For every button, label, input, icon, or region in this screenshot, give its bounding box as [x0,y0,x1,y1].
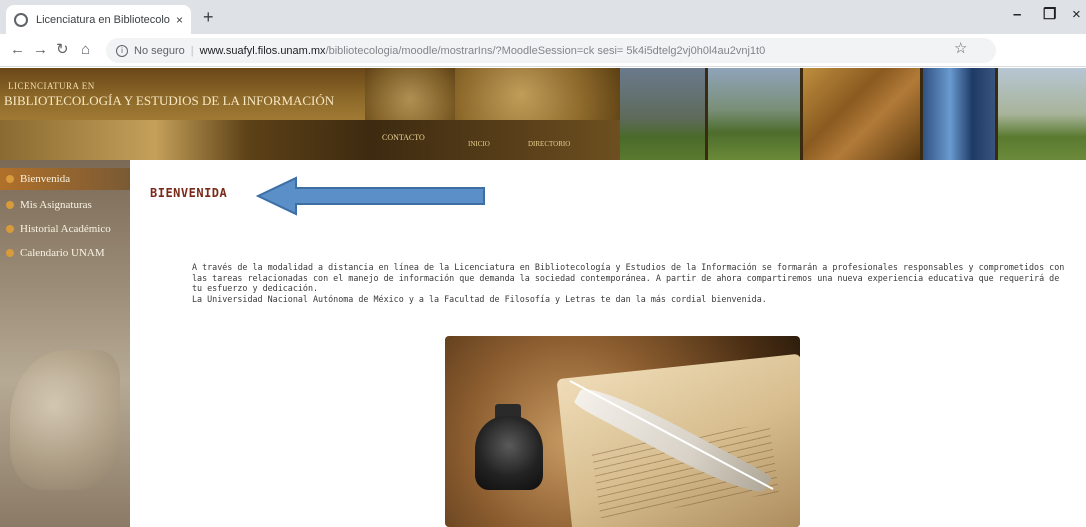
window-minimize-button[interactable]: – [1013,5,1021,25]
banner-parchment-image [365,68,455,120]
photo-divider [920,68,923,160]
sidebar-item-mis-asignaturas[interactable]: Mis Asignaturas [0,194,130,216]
new-tab-button[interactable]: + [203,8,214,26]
sidebar-item-label: Calendario UNAM [20,247,105,259]
banner-kicker: LICENCIATURA EN [8,81,95,91]
sidebar-item-label: Bienvenida [20,173,71,185]
separator: | [190,44,194,57]
window-maximize-button[interactable]: ❐ [1043,5,1056,25]
photo-divider [995,68,998,160]
contact-link[interactable]: CONTACTO [382,133,425,142]
reload-icon[interactable]: ↻ [56,40,69,60]
star-icon[interactable]: ☆ [954,39,967,57]
tab-title: Licenciatura en Bibliotecología y [36,13,170,26]
campus-photo [705,68,800,160]
sidebar-item-historial-academico[interactable]: Historial Académico [0,218,130,240]
site-banner: LICENCIATURA EN BIBLIOTECOLOGÍA Y ESTUDI… [0,68,1086,160]
sidebar-item-bienvenida[interactable]: Bienvenida [0,168,130,190]
url-host: www.suafyl.filos.unam.mx [199,44,326,57]
sidebar-item-label: Historial Académico [20,223,111,235]
browser-toolbar: ← → ↻ ⌂ i No seguro | www.suafyl.filos.u… [0,34,1086,67]
bullet-icon [6,201,14,209]
banner-link-inicio[interactable]: INICIO [468,140,490,148]
bullet-icon [6,249,14,257]
campus-photo [620,68,705,160]
campus-photo [800,68,920,160]
sidebar-item-calendario-unam[interactable]: Calendario UNAM [0,242,130,264]
campus-photo [995,68,1086,160]
forward-arrow-icon[interactable]: → [33,40,48,60]
bullet-icon [6,225,14,233]
campus-photo [920,68,995,160]
inkwell [475,416,543,490]
photo-divider [705,68,708,160]
tab-close-icon[interactable]: × [176,13,183,27]
tab-bar: Licenciatura en Bibliotecología y × + – … [0,0,1086,34]
page-title: BIENVENIDA [150,186,228,200]
address-bar[interactable]: i No seguro | www.suafyl.filos.unam.mx /… [106,38,996,63]
info-icon[interactable]: i [116,44,128,57]
globe-icon [14,12,28,27]
quill-inkwell-image [445,336,800,527]
banner-bottom-panel [0,120,620,160]
annotation-arrow [256,176,485,216]
url-path: /bibliotecologia/moodle/mostrarIns/?Mood… [325,44,766,57]
security-label[interactable]: No seguro [134,45,185,57]
browser-tab[interactable]: Licenciatura en Bibliotecología y × [6,5,191,34]
intro-paragraph: A través de la modalidad a distancia en … [192,262,1065,293]
bullet-icon [6,175,14,183]
banner-title: BIBLIOTECOLOGÍA Y ESTUDIOS DE LA INFORMA… [4,93,335,108]
banner-parchment-image [455,68,620,120]
intro-text: A través de la modalidad a distancia en … [192,262,1072,304]
welcome-line: La Universidad Nacional Autónoma de Méxi… [192,293,767,304]
browser-window: Licenciatura en Bibliotecología y × + – … [0,0,1086,527]
home-icon[interactable]: ⌂ [81,40,90,60]
photo-divider [800,68,803,160]
banner-link-directorio[interactable]: DIRECTORIO [528,140,570,148]
sidebar-item-label: Mis Asignaturas [20,199,92,211]
back-arrow-icon[interactable]: ← [10,40,25,60]
sidebar-decoration [10,350,120,490]
window-close-button[interactable]: × [1072,5,1081,25]
